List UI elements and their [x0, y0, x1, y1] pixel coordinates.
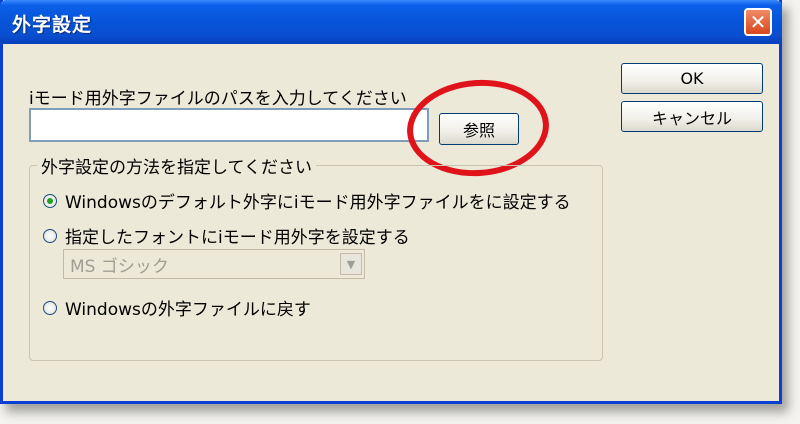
radio-option-specified-font[interactable]: 指定したフォントにiモード用外字を設定する [43, 223, 410, 248]
path-label: iモード用外字ファイルのパスを入力してください [29, 89, 407, 109]
radio-option-default-windows[interactable]: Windowsのデフォルト外字にiモード用外字ファイルをに設定する [43, 188, 571, 213]
window-title: 外字設定 [12, 14, 93, 36]
radio-label: 指定したフォントにiモード用外字を設定する [65, 228, 410, 248]
radio-button[interactable] [43, 228, 57, 243]
radio-label: Windowsのデフォルト外字にiモード用外字ファイルをに設定する [65, 193, 571, 213]
radio-button[interactable] [43, 300, 57, 315]
chevron-down-icon[interactable]: ▼ [340, 253, 362, 275]
title-bar[interactable]: 外字設定 ✕ [0, 0, 782, 44]
font-select[interactable]: MS ゴシック ▼ [63, 249, 365, 279]
path-input[interactable] [29, 108, 429, 142]
method-group-legend: 外字設定の方法を指定してください [37, 153, 316, 178]
font-select-value: MS ゴシック [70, 256, 169, 277]
radio-label: Windowsの外字ファイルに戻す [65, 300, 311, 320]
close-icon: ✕ [749, 10, 767, 34]
dialog-window: 外字設定 ✕ iモード用外字ファイルのパスを入力してください 参照 OK キャン… [0, 0, 782, 404]
ok-button[interactable]: OK [621, 63, 763, 94]
close-button[interactable]: ✕ [744, 8, 772, 36]
radio-button-checked[interactable] [43, 193, 57, 208]
cancel-button[interactable]: キャンセル [621, 101, 763, 132]
radio-option-revert-windows[interactable]: Windowsの外字ファイルに戻す [43, 295, 311, 320]
